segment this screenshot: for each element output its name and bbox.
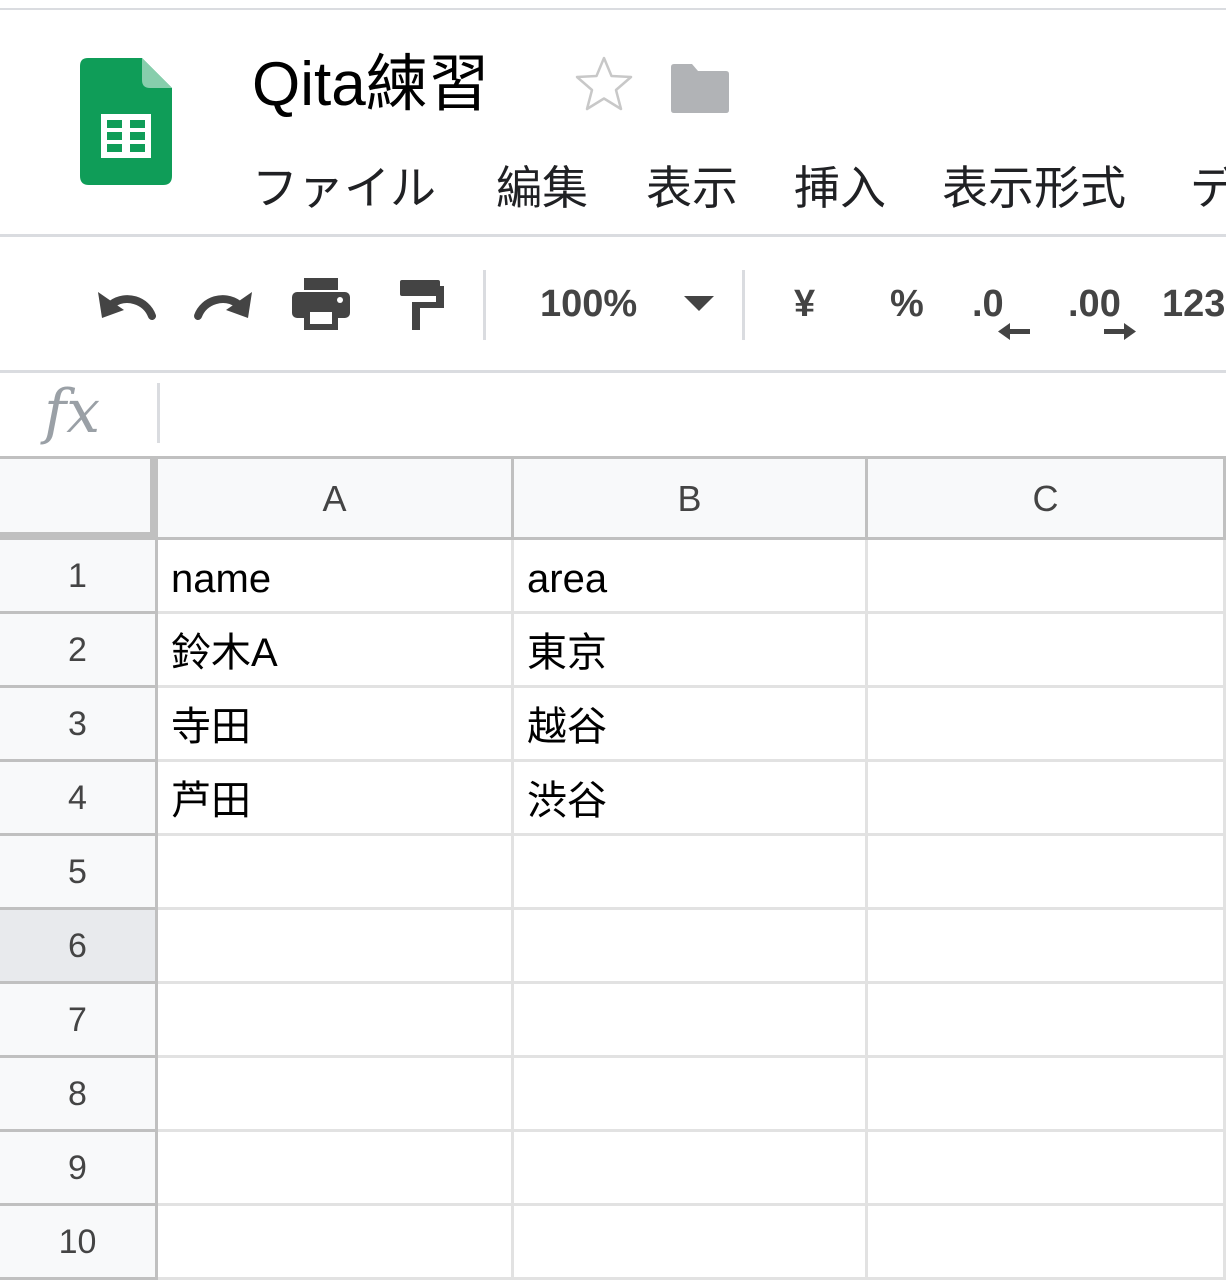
table-cell[interactable]: name [158,540,514,614]
row-header[interactable]: 4 [0,762,158,836]
star-icon[interactable] [574,54,634,114]
table-cell[interactable] [868,762,1226,836]
zoom-value[interactable]: 100% [540,280,637,328]
currency-format-button[interactable]: ¥ [794,280,815,328]
document-title[interactable]: Qita練習 [252,50,490,120]
toolbar-divider-line [0,370,1226,373]
table-cell[interactable]: 鈴木A [158,614,514,688]
table-cell[interactable] [868,1132,1226,1206]
table-cell[interactable] [868,836,1226,910]
top-border [0,8,1226,10]
table-cell[interactable] [868,540,1226,614]
table-cell[interactable] [868,614,1226,688]
row-header[interactable]: 6 [0,910,158,984]
row-header[interactable]: 7 [0,984,158,1058]
column-header-b[interactable]: B [514,456,868,540]
table-cell[interactable] [868,984,1226,1058]
menu-view[interactable]: 表示 [646,156,738,220]
folder-icon[interactable] [670,62,730,114]
table-cell[interactable] [514,984,868,1058]
header-divider [0,234,1226,237]
redo-icon[interactable] [192,280,256,328]
undo-icon[interactable] [94,280,158,328]
column-header-a[interactable]: A [158,456,514,540]
table-cell[interactable] [158,1132,514,1206]
table-cell[interactable]: 越谷 [514,688,868,762]
column-header-c[interactable]: C [868,456,1226,540]
toolbar-divider [483,270,486,340]
row-header[interactable]: 1 [0,540,158,614]
percent-format-button[interactable]: % [890,280,924,328]
table-cell[interactable] [868,910,1226,984]
table-cell[interactable] [514,1206,868,1280]
table-cell[interactable] [158,910,514,984]
table-cell[interactable] [158,1058,514,1132]
table-cell[interactable]: area [514,540,868,614]
formula-divider [157,383,160,443]
paint-format-icon[interactable] [396,278,446,332]
fx-icon: fx [44,377,101,447]
sheets-logo-icon[interactable] [80,58,172,185]
more-formats-button[interactable]: 123 [1162,280,1225,328]
decrease-decimal-button[interactable]: .0 [972,280,1004,328]
formula-input[interactable] [170,378,1224,452]
menu-data[interactable]: デ [1190,156,1226,220]
menu-edit[interactable]: 編集 [496,156,588,220]
table-cell[interactable] [158,984,514,1058]
row-header[interactable]: 2 [0,614,158,688]
table-cell[interactable] [158,836,514,910]
menu-format[interactable]: 表示形式 [942,156,1126,220]
dropdown-arrow-icon[interactable] [684,296,714,312]
table-cell[interactable] [158,1206,514,1280]
menu-file[interactable]: ファイル [252,156,436,220]
table-cell[interactable] [868,688,1226,762]
table-cell[interactable]: 芦田 [158,762,514,836]
table-cell[interactable] [514,910,868,984]
table-cell[interactable]: 渋谷 [514,762,868,836]
table-cell[interactable] [514,1132,868,1206]
print-icon[interactable] [290,276,352,332]
table-cell[interactable] [514,1058,868,1132]
row-header[interactable]: 10 [0,1206,158,1280]
table-cell[interactable] [514,836,868,910]
increase-decimal-button[interactable]: .00 [1068,280,1121,328]
menu-insert[interactable]: 挿入 [794,156,886,220]
arrow-left-icon [998,322,1032,342]
table-cell[interactable]: 東京 [514,614,868,688]
table-cell[interactable] [868,1058,1226,1132]
row-header[interactable]: 5 [0,836,158,910]
row-header[interactable]: 3 [0,688,158,762]
row-header[interactable]: 9 [0,1132,158,1206]
toolbar-divider [742,270,745,340]
table-cell[interactable] [868,1206,1226,1280]
table-cell[interactable]: 寺田 [158,688,514,762]
select-all-corner[interactable] [0,456,158,540]
row-header[interactable]: 8 [0,1058,158,1132]
arrow-right-icon [1102,322,1136,342]
